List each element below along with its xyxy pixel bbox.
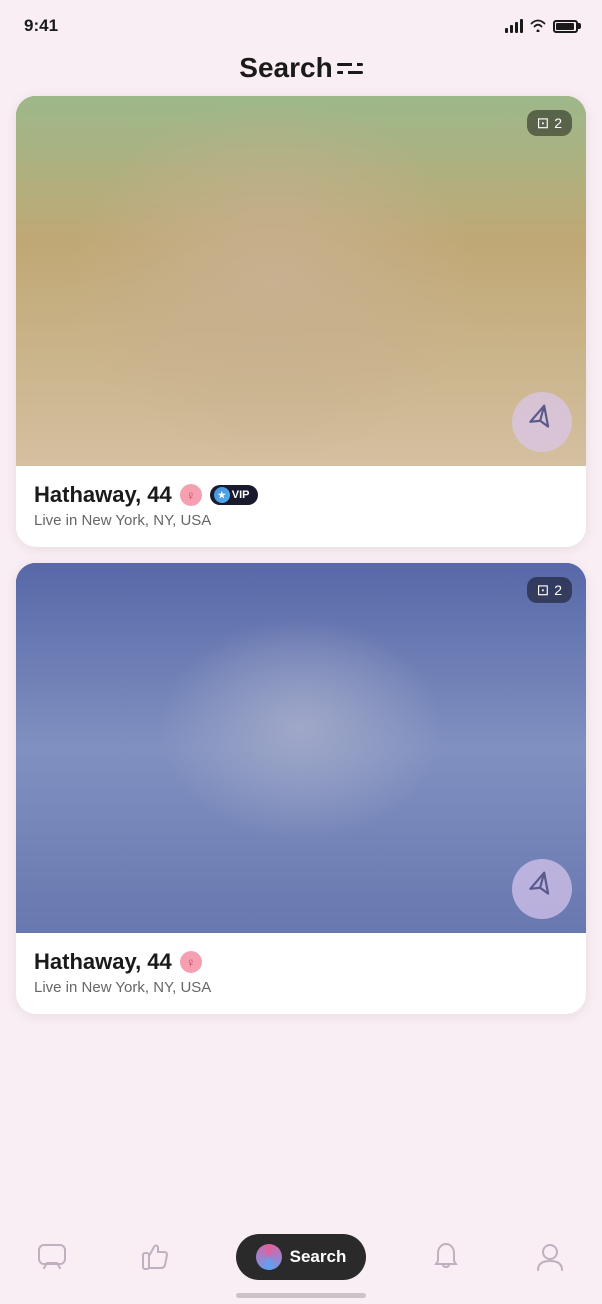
card-image-1 xyxy=(16,96,586,466)
send-icon-1 xyxy=(524,403,560,441)
filter-icon-line-top xyxy=(337,63,363,66)
card-name-2: Hathaway, 44 xyxy=(34,949,172,975)
nav-item-notifications[interactable] xyxy=(421,1237,471,1277)
gender-icon-2: ♀ xyxy=(186,955,196,970)
page-title: Search xyxy=(239,52,332,84)
nav-search-label: Search xyxy=(290,1247,347,1267)
action-button-1[interactable] xyxy=(512,392,572,452)
battery-icon xyxy=(553,20,578,33)
send-icon-2 xyxy=(524,870,560,908)
card-image-2 xyxy=(16,563,586,933)
profile-icon xyxy=(537,1243,563,1271)
photo-icon-1: ⊡ xyxy=(537,114,550,132)
photo-count-badge-2: ⊡ 2 xyxy=(527,577,572,603)
vip-badge-1: ★ VIP xyxy=(210,485,258,505)
gender-icon-1: ♀ xyxy=(186,488,196,503)
bottom-nav: Search xyxy=(0,1224,602,1304)
status-bar: 9:41 xyxy=(0,0,602,44)
profile-card-2[interactable]: ⊡ 2 Hathaway, 44 ♀ Live in New York, NY xyxy=(16,563,586,1014)
card-name-row-1: Hathaway, 44 ♀ ★ VIP xyxy=(34,482,568,508)
home-indicator xyxy=(236,1293,366,1298)
likes-icon xyxy=(142,1243,170,1271)
card-info-2: Hathaway, 44 ♀ Live in New York, NY, USA xyxy=(16,933,586,1014)
notifications-icon xyxy=(434,1243,458,1271)
nav-item-likes[interactable] xyxy=(131,1237,181,1277)
card-image-wrapper-2: ⊡ 2 xyxy=(16,563,586,933)
page-header: Search xyxy=(0,44,602,96)
photo-count-badge-1: ⊡ 2 xyxy=(527,110,572,136)
card-location-2: Live in New York, NY, USA xyxy=(34,979,568,996)
action-button-2[interactable] xyxy=(512,859,572,919)
filter-icon-line-bottom xyxy=(337,71,363,74)
signal-icon xyxy=(505,19,523,33)
card-name-1: Hathaway, 44 xyxy=(34,482,172,508)
photo-count-1: 2 xyxy=(554,115,562,131)
profile-card-1[interactable]: ⊡ 2 Hathaway, 44 ♀ ★ VI xyxy=(16,96,586,547)
gender-badge-1: ♀ xyxy=(180,484,202,506)
card-info-1: Hathaway, 44 ♀ ★ VIP Live in New York, N… xyxy=(16,466,586,547)
nav-item-profile[interactable] xyxy=(525,1237,575,1277)
card-location-1: Live in New York, NY, USA xyxy=(34,512,568,529)
photo-icon-2: ⊡ xyxy=(537,581,550,599)
wifi-icon xyxy=(529,18,547,35)
card-name-row-2: Hathaway, 44 ♀ xyxy=(34,949,568,975)
status-time: 9:41 xyxy=(24,16,58,36)
messages-icon xyxy=(38,1244,66,1270)
search-orb-icon xyxy=(256,1244,282,1270)
cards-container: ⊡ 2 Hathaway, 44 ♀ ★ VI xyxy=(0,96,602,1014)
filter-button[interactable] xyxy=(333,59,363,78)
nav-item-messages[interactable] xyxy=(27,1237,77,1277)
photo-count-2: 2 xyxy=(554,582,562,598)
nav-search-button[interactable]: Search xyxy=(236,1234,367,1280)
status-icons xyxy=(505,18,578,35)
card-image-wrapper-1: ⊡ 2 xyxy=(16,96,586,466)
vip-star-icon: ★ xyxy=(214,487,230,503)
vip-label-1: VIP xyxy=(232,489,250,501)
gender-badge-2: ♀ xyxy=(180,951,202,973)
